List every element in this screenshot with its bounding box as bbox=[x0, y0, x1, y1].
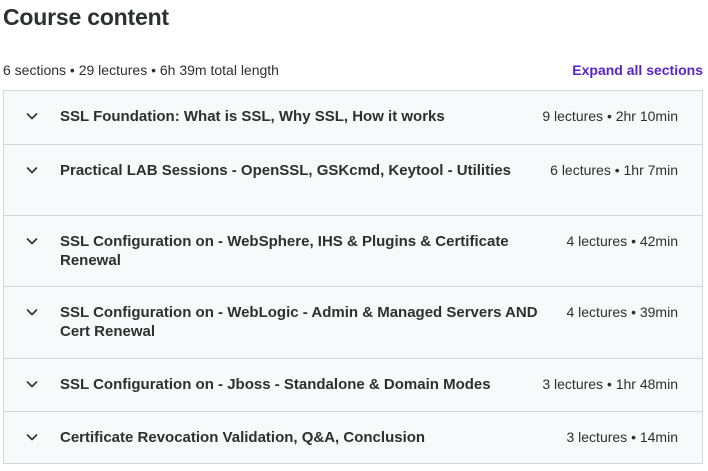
section-header[interactable]: SSL Configuration on - WebSphere, IHS & … bbox=[4, 215, 702, 286]
section-header[interactable]: SSL Configuration on - WebLogic - Admin … bbox=[4, 286, 702, 358]
section-meta: 6 lectures • 1hr 7min bbox=[550, 162, 678, 178]
course-summary: 6 sections • 29 lectures • 6h 39m total … bbox=[3, 62, 279, 78]
chevron-down-icon bbox=[4, 303, 60, 322]
section-title: SSL Configuration on - WebLogic - Admin … bbox=[60, 304, 538, 340]
section-title: Practical LAB Sessions - OpenSSL, GSKcmd… bbox=[60, 162, 511, 179]
section-meta: 4 lectures • 39min bbox=[566, 304, 678, 320]
course-summary-row: 6 sections • 29 lectures • 6h 39m total … bbox=[3, 60, 703, 80]
section-header[interactable]: SSL Configuration on - Jboss - Standalon… bbox=[4, 358, 702, 411]
chevron-down-icon bbox=[4, 428, 60, 447]
section-title: Certificate Revocation Validation, Q&A, … bbox=[60, 429, 426, 446]
chevron-down-icon bbox=[4, 161, 60, 180]
section-header[interactable]: Certificate Revocation Validation, Q&A, … bbox=[4, 411, 702, 463]
section-title: SSL Foundation: What is SSL, Why SSL, Ho… bbox=[60, 108, 445, 125]
section-meta: 4 lectures • 42min bbox=[566, 233, 678, 249]
chevron-down-icon bbox=[4, 232, 60, 251]
section-meta: 3 lectures • 14min bbox=[566, 429, 678, 445]
sections-accordion: SSL Foundation: What is SSL, Why SSL, Ho… bbox=[3, 90, 703, 464]
section-meta: 9 lectures • 2hr 10min bbox=[542, 108, 678, 124]
chevron-down-icon bbox=[4, 375, 60, 394]
expand-all-sections-button[interactable]: Expand all sections bbox=[572, 62, 703, 78]
section-meta: 3 lectures • 1hr 48min bbox=[542, 376, 678, 392]
section-header[interactable]: SSL Foundation: What is SSL, Why SSL, Ho… bbox=[4, 91, 702, 144]
section-title: SSL Configuration on - WebSphere, IHS & … bbox=[60, 233, 509, 269]
section-header[interactable]: Practical LAB Sessions - OpenSSL, GSKcmd… bbox=[4, 144, 702, 215]
chevron-down-icon bbox=[4, 107, 60, 126]
page-title: Course content bbox=[3, 4, 169, 30]
section-title: SSL Configuration on - Jboss - Standalon… bbox=[60, 376, 491, 393]
